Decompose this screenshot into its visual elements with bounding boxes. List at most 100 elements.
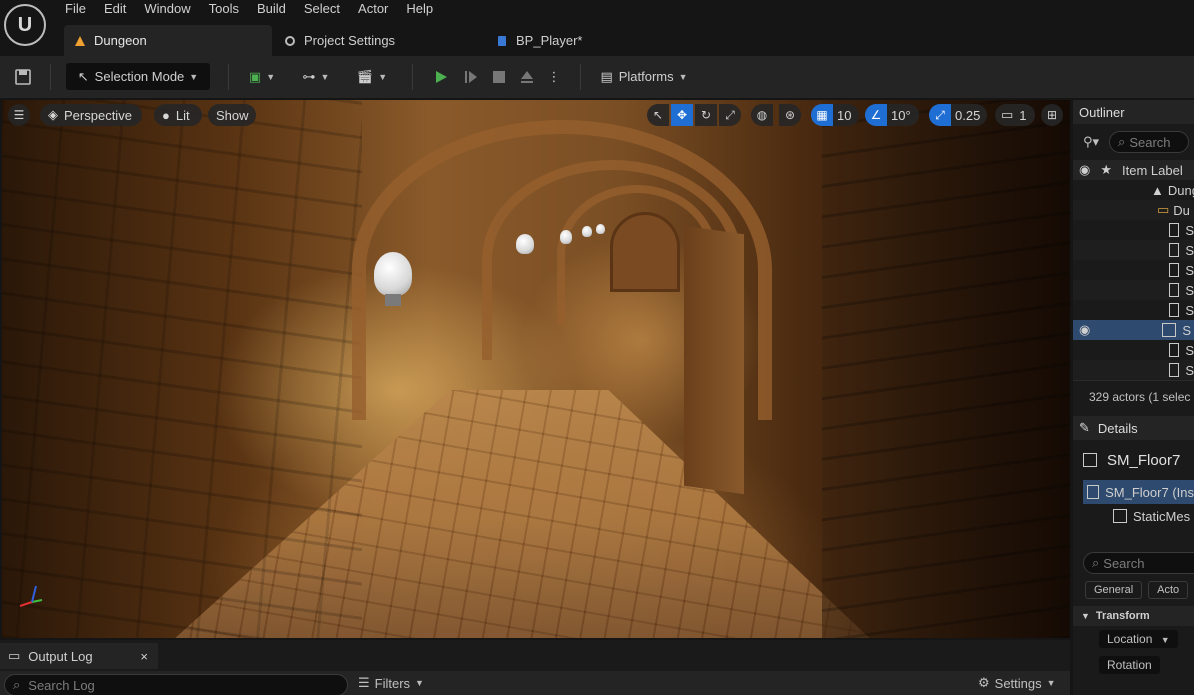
menu-file[interactable]: File <box>56 0 95 20</box>
step-button[interactable] <box>458 63 484 90</box>
menu-select[interactable]: Select <box>295 0 349 20</box>
transform-section-header[interactable]: ▼ Transform <box>1073 606 1194 626</box>
blueprint-button[interactable]: ⊶ ▼ <box>296 63 336 90</box>
static-mesh-icon <box>1087 485 1100 499</box>
camera-speed-button[interactable]: ▭ 1 <box>995 104 1035 126</box>
lit-sphere-icon: ● <box>162 107 170 123</box>
title-bar: U File Edit Window Tools Build Select Ac… <box>0 0 1194 56</box>
tab-actor[interactable]: Acto <box>1148 581 1189 599</box>
details-pencil-icon: ✎ <box>1079 420 1090 435</box>
details-object-name: SM_Floor7 <box>1073 440 1194 480</box>
platforms-dropdown[interactable]: ▤ Platforms ▼ <box>594 63 694 90</box>
details-category-tabs: General Acto <box>1073 574 1194 606</box>
details-instance-row[interactable]: SM_Floor7 (Ins <box>1083 480 1194 504</box>
filters-dropdown[interactable]: ☰ Filters ▼ <box>358 675 424 691</box>
translate-tool-button[interactable]: ✥ <box>671 104 693 126</box>
actor-label: S <box>1185 262 1194 278</box>
details-component-row[interactable]: StaticMes <box>1073 504 1194 528</box>
scale-snap-value[interactable]: 0.25 <box>951 104 987 126</box>
rotation-snap-toggle[interactable]: ∠ <box>865 104 887 126</box>
level-viewport[interactable]: ☰ ◈ Perspective ● Lit Show ↖ ✥ ↻ ⤢ ◍ ⊛ ▦… <box>2 100 1070 638</box>
selection-mode-dropdown[interactable]: ↖ Selection Mode ▼ <box>66 63 210 90</box>
menu-build[interactable]: Build <box>248 0 295 20</box>
outliner-actor-row[interactable]: S <box>1073 300 1194 320</box>
add-actor-button[interactable]: ▣ ▼ <box>242 63 282 90</box>
layout-button[interactable]: ⊞ <box>1041 104 1063 126</box>
menu-actor[interactable]: Actor <box>349 0 397 20</box>
menu-tools[interactable]: Tools <box>200 0 248 20</box>
outliner-search-placeholder: Search <box>1129 134 1171 150</box>
details-search-input[interactable]: ⌕ Search <box>1083 552 1194 574</box>
menu-window[interactable]: Window <box>135 0 199 20</box>
menu-edit[interactable]: Edit <box>95 0 135 20</box>
divider <box>580 64 581 90</box>
rotation-snap-value[interactable]: 10° <box>887 104 919 126</box>
rotation-dropdown[interactable]: Rotation <box>1099 656 1160 674</box>
tab-bp-player[interactable]: BP_Player* <box>496 25 686 56</box>
tab-general[interactable]: General <box>1085 581 1143 599</box>
point-light-icon[interactable] <box>374 252 412 296</box>
menu-help[interactable]: Help <box>397 0 442 20</box>
outliner-folder-row[interactable]: ▭ Du <box>1073 200 1194 220</box>
actor-label: S <box>1185 302 1194 318</box>
cinematics-button[interactable]: 🎬︎ ▼ <box>352 63 392 90</box>
grid-snap-value[interactable]: 10 <box>833 104 859 126</box>
rotate-tool-button[interactable]: ↻ <box>695 104 717 126</box>
tab-project-settings[interactable]: Project Settings <box>284 25 474 56</box>
visibility-eye-icon[interactable]: ◉ <box>1079 162 1090 178</box>
viewport-options-button[interactable]: ☰ <box>8 104 30 126</box>
outliner-actor-row[interactable]: S <box>1073 360 1194 380</box>
show-label: Show <box>216 107 249 123</box>
outliner-actor-row[interactable]: S <box>1073 260 1194 280</box>
outliner-actor-row[interactable]: S <box>1073 280 1194 300</box>
folder-label: Du <box>1173 202 1190 218</box>
outliner-actor-row[interactable]: S <box>1073 240 1194 260</box>
coordinate-space-button[interactable]: ◍ <box>751 104 773 126</box>
item-label-header[interactable]: Item Label <box>1122 163 1183 178</box>
eject-button[interactable] <box>514 63 540 90</box>
scale-tool-button[interactable]: ⤢ <box>719 104 741 126</box>
details-search-placeholder: Search <box>1103 555 1145 571</box>
point-light-icon[interactable] <box>516 234 534 254</box>
visibility-eye-icon[interactable]: ◉ <box>1079 322 1090 338</box>
actor-label: S <box>1185 362 1194 378</box>
outliner-actor-row[interactable]: S <box>1073 340 1194 360</box>
show-dropdown[interactable]: Show <box>208 104 256 126</box>
close-icon[interactable]: × <box>140 649 148 664</box>
point-light-icon[interactable] <box>582 226 592 237</box>
location-dropdown[interactable]: Location ▼ <box>1099 630 1178 648</box>
search-icon: ⌕ <box>1118 134 1126 149</box>
outliner-world-row[interactable]: ▲Dung <box>1073 180 1194 200</box>
unreal-logo-icon[interactable]: U <box>4 4 46 46</box>
play-options-button[interactable]: ⋮ <box>545 63 563 90</box>
outliner-search-input[interactable]: ⌕ Search <box>1109 131 1190 153</box>
wooden-door <box>610 212 680 292</box>
scale-icon: ⤢ <box>725 107 735 122</box>
scale-snap-toggle[interactable]: ⤢ <box>929 104 951 126</box>
point-light-icon[interactable] <box>560 230 572 244</box>
right-panel: Outliner ⚲▾ ⌕ Search ◉ ★ Item Label ▲ Dun… <box>1073 100 1194 695</box>
point-light-icon[interactable] <box>596 224 605 234</box>
tab-output-log[interactable]: ▭ Output Log × <box>0 643 158 669</box>
outliner-actor-row-selected[interactable]: ◉ S <box>1073 320 1194 340</box>
favorite-star-icon[interactable]: ★ <box>1100 162 1112 178</box>
scale-snap-label: 0.25 <box>955 107 981 123</box>
point-light-base <box>385 294 401 306</box>
play-button[interactable] <box>428 63 454 90</box>
view-mode-dropdown[interactable]: ● Lit <box>154 104 202 126</box>
actor-label: S <box>1185 242 1194 258</box>
search-log-input[interactable]: ⌕ Search Log <box>4 674 348 695</box>
step-icon <box>465 70 477 83</box>
save-icon[interactable] <box>10 63 36 90</box>
settings-dropdown[interactable]: ⚙ Settings ▼ <box>978 675 1056 691</box>
outliner-title: Outliner <box>1079 104 1125 120</box>
stop-button[interactable] <box>486 63 512 90</box>
perspective-dropdown[interactable]: ◈ Perspective <box>40 104 142 126</box>
filter-icon[interactable]: ⚲▾ <box>1083 134 1099 150</box>
select-tool-button[interactable]: ↖ <box>647 104 669 126</box>
outliner-actor-row[interactable]: S <box>1073 220 1194 240</box>
surface-snap-button[interactable]: ⊛ <box>779 104 801 126</box>
tab-dungeon[interactable]: Dungeon <box>64 25 272 56</box>
grid-snap-toggle[interactable]: ▦ <box>811 104 833 126</box>
grid-icon: ▦ <box>816 108 828 122</box>
